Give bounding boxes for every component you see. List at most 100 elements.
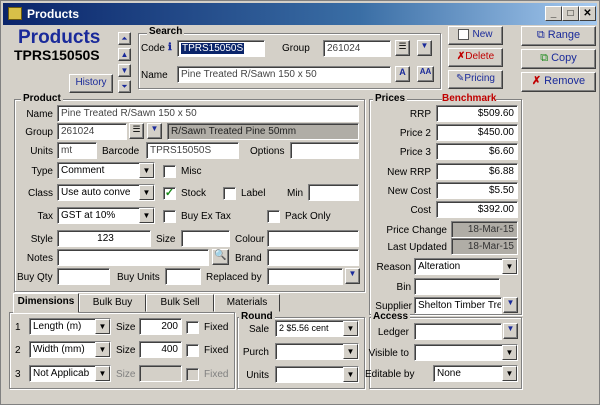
type-label: Type [31,166,53,177]
stock-checkbox[interactable]: ✓ [163,187,176,200]
round-purch-dropdown-icon[interactable]: ▼ [343,344,358,359]
rrp-label: RRP [409,109,431,120]
pack-only-checkbox[interactable] [267,210,280,223]
editable-by-dropdown-icon[interactable]: ▼ [502,366,517,381]
new-cost-input[interactable]: $5.50 [436,182,518,199]
barcode-label: Barcode [102,146,140,157]
new-rrp-input[interactable]: $6.88 [436,163,518,180]
price2-input[interactable]: $450.00 [436,124,518,141]
class-dropdown-icon[interactable]: ▼ [139,185,154,200]
prev-record-icon[interactable]: ▲ [118,48,131,61]
next-record-icon[interactable]: ▼ [118,64,131,77]
brand-input[interactable] [267,249,359,266]
stock-label: Stock [181,188,207,199]
tax-dropdown-icon[interactable]: ▼ [139,208,154,223]
delete-icon: ✗ [456,51,466,62]
dim-fixed-label: Fixed [204,322,229,333]
search-name-input[interactable]: Pine Treated R/Sawn 150 x 50 [177,66,391,83]
dim-fixed-checkbox[interactable] [186,344,199,357]
replaced-by-input[interactable] [267,268,343,285]
visible-to-dropdown-icon[interactable]: ▼ [502,345,517,360]
label-checkbox[interactable] [223,187,236,200]
app-icon [8,7,22,20]
barcode-input[interactable]: TPRS15050S [146,142,239,159]
title-bar: Products _ □ ✕ [3,3,597,25]
name-label: Name [141,70,168,81]
ledger-select[interactable] [414,323,502,340]
close-button[interactable]: ✕ [579,6,596,21]
options-input[interactable] [290,142,359,159]
group-list-icon[interactable]: ☰ [395,40,410,56]
ledger-dropdown-icon[interactable]: ▼ [503,323,518,339]
benchmark-label: Benchmark [442,93,497,104]
size-input[interactable] [181,230,230,247]
supplier-dropdown-icon[interactable]: ▼ [503,297,518,313]
product-group-dropdown-icon[interactable]: ▼ [147,123,162,139]
tab-bulk-sell[interactable]: Bulk Sell [146,294,214,312]
history-button[interactable]: History [69,74,113,93]
delete-button[interactable]: ✗Delete [448,48,503,67]
dim-type-dropdown-icon[interactable]: ▼ [95,342,110,357]
style-input[interactable]: 123 [57,230,151,247]
bin-label: Bin [396,282,411,293]
page-title: Products [18,27,101,48]
product-name-input[interactable]: Pine Treated R/Sawn 150 x 50 [57,105,359,122]
product-group-list-icon[interactable]: ☰ [129,123,144,139]
dim-type-dropdown-icon[interactable]: ▼ [95,319,110,334]
copy-icon: ⧉ [540,52,552,64]
supplier-input[interactable]: Shelton Timber Tre [414,297,502,314]
visible-to-label: Visible to [368,348,409,359]
round-group-label: Round [239,311,275,322]
product-group-label-text: Group [25,127,53,138]
minimize-button[interactable]: _ [545,6,562,21]
bin-input[interactable] [414,278,500,295]
dim-fixed-checkbox[interactable] [186,321,199,334]
cost-input[interactable]: $392.00 [436,201,518,218]
buy-ex-tax-checkbox[interactable] [163,210,176,223]
dim-size-input[interactable]: 400 [139,341,182,358]
reason-dropdown-icon[interactable]: ▼ [502,259,517,274]
copy-button[interactable]: ⧉ Copy [521,49,596,69]
tab-bulk-buy[interactable]: Bulk Buy [79,294,146,312]
code-input[interactable]: TPRS15050S [177,40,265,57]
dim-type-dropdown-icon[interactable]: ▼ [95,366,110,381]
buy-units-input[interactable] [165,268,201,285]
product-group-input[interactable]: 261024 [57,123,127,140]
dim-fixed-checkbox [186,368,199,381]
notes-search-icon[interactable]: 🔍 [212,249,229,265]
round-units-dropdown-icon[interactable]: ▼ [343,367,358,382]
new-button[interactable]: New [448,26,503,45]
tab-dimensions[interactable]: Dimensions [13,293,79,313]
notes-input[interactable] [57,249,209,266]
size-label: Size [156,234,176,245]
misc-checkbox[interactable] [163,165,176,178]
colour-label: Colour [235,234,265,245]
search-group-input[interactable]: 261024 [323,40,391,57]
colour-input[interactable] [267,230,359,247]
maximize-button[interactable]: □ [562,6,579,21]
dim-size-input[interactable]: 200 [139,318,182,335]
group-dropdown-icon[interactable]: ▼ [417,40,432,56]
type-dropdown-icon[interactable]: ▼ [139,163,154,178]
search-aa-icon[interactable]: AA [417,66,434,82]
units-input[interactable]: mt [57,142,97,159]
round-sale-dropdown-icon[interactable]: ▼ [343,321,358,336]
replaced-by-dropdown-icon[interactable]: ▼ [345,268,360,284]
buy-qty-input[interactable] [57,268,110,285]
remove-button[interactable]: ✗ Remove [521,72,596,92]
price3-input[interactable]: $6.60 [436,143,518,160]
replaced-by-label: Replaced by [206,272,262,283]
last-record-icon[interactable]: ⏷ [118,80,131,93]
cost-label: Cost [410,205,431,216]
dim-fixed-label: Fixed [204,345,229,356]
range-button[interactable]: ⧉ Range [521,26,596,46]
round-units-label: Units [246,370,269,381]
info-icon: ℹ [168,42,172,53]
min-input[interactable] [308,184,359,201]
tab-materials[interactable]: Materials [214,294,280,312]
pricing-button[interactable]: ✎Pricing [448,70,503,89]
rrp-input[interactable]: $509.60 [436,105,518,122]
search-a-icon[interactable]: A [395,66,410,82]
buy-ex-tax-label: Buy Ex Tax [181,211,231,222]
first-record-icon[interactable]: ⏶ [118,32,131,45]
